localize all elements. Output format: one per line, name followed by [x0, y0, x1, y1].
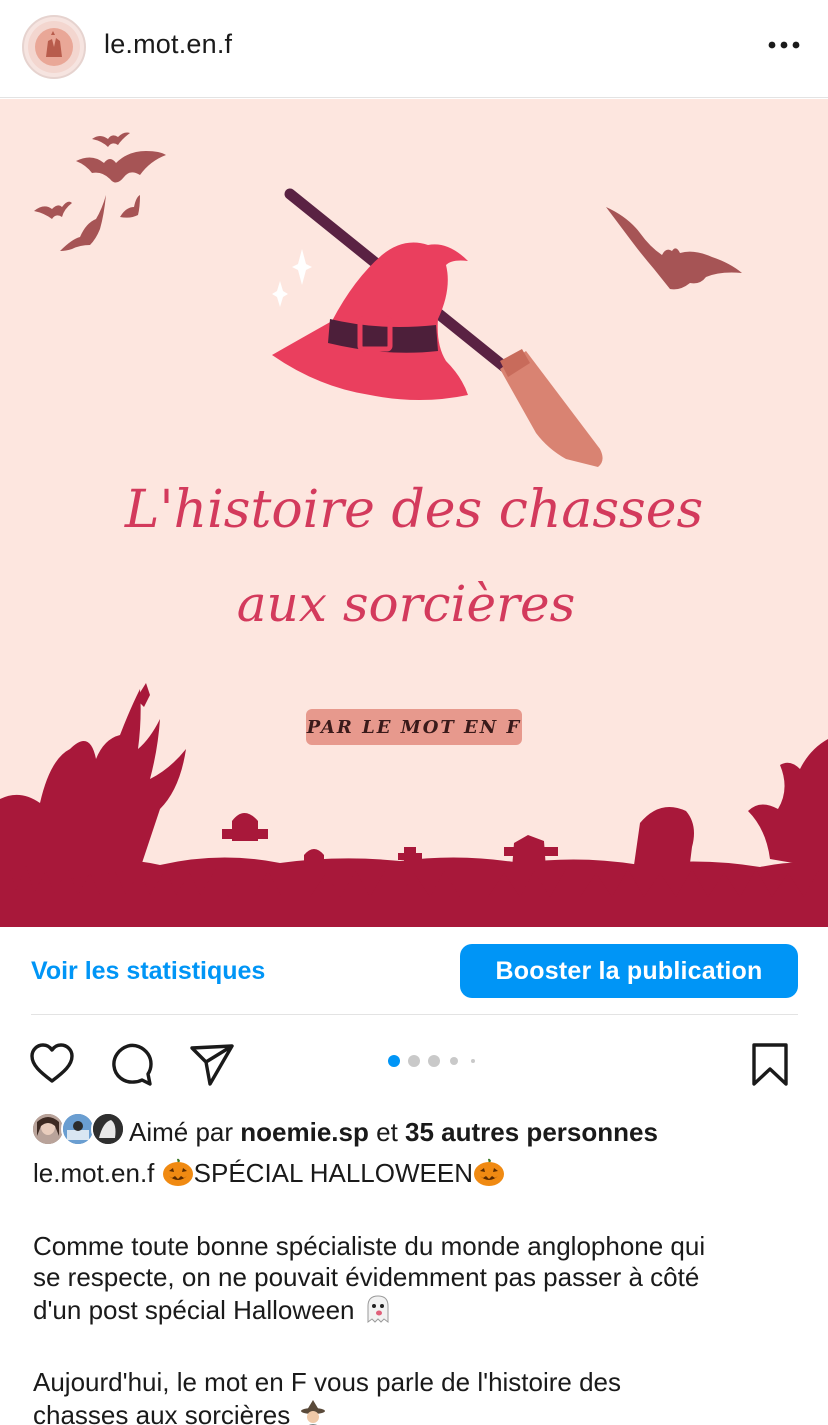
comment-icon [112, 1043, 153, 1086]
caption-p2-line1: Aujourd'hui, le mot en F vous parle de l… [33, 1367, 622, 1397]
divider [31, 1014, 798, 1015]
post-header: le.mot.en.f [0, 0, 828, 98]
caption-p1-line1: Comme toute bonne spécialiste du monde a… [33, 1230, 706, 1261]
byline-text: PAR LE MOT EN F [306, 717, 522, 738]
likes-text: Aimé par noemie.sp et 35 autres personne… [129, 1117, 658, 1148]
heart-icon [30, 1043, 74, 1083]
liker-avatar [91, 1112, 125, 1146]
save-button[interactable] [746, 1040, 794, 1088]
jack-o-lantern-icon [473, 1157, 505, 1187]
carousel-dot-active [388, 1055, 400, 1067]
ghost-icon [362, 1294, 394, 1324]
post-actions [0, 1035, 828, 1095]
post-image[interactable]: L'histoire des chasses aux sorcières PAR… [0, 99, 828, 927]
image-title-line1: L'histoire des chasses [124, 480, 703, 540]
caption-headline: SPÉCIAL HALLOWEEN [193, 1158, 473, 1188]
likes-others[interactable]: 35 autres personnes [405, 1117, 658, 1147]
header-username[interactable]: le.mot.en.f [104, 29, 232, 60]
caption-p2-line2: chasses aux sorcières [33, 1399, 291, 1425]
carousel-dot [471, 1059, 475, 1063]
image-title-line2: aux sorcières [237, 575, 576, 633]
caption-p1-line3: d'un post spécial Halloween [33, 1294, 355, 1325]
carousel-dot [450, 1057, 458, 1065]
carousel-dot [408, 1055, 420, 1067]
caption-p1-line2: se respecte, on ne pouvait évidemment pa… [33, 1262, 700, 1292]
insights-row: Voir les statistiques Booster la publica… [0, 927, 828, 1015]
likes-summary[interactable]: Aimé par noemie.sp et 35 autres personne… [31, 1110, 811, 1150]
witch-icon [297, 1399, 329, 1425]
carousel-dot [428, 1055, 440, 1067]
share-button[interactable] [188, 1040, 236, 1088]
likes-connector: et [376, 1117, 398, 1147]
liker-username[interactable]: noemie.sp [240, 1117, 369, 1147]
view-insights-link[interactable]: Voir les statistiques [31, 957, 265, 986]
post-caption: le.mot.en.f SPÉCIAL HALLOWEEN Comme tout… [33, 1155, 803, 1425]
liker-avatar [31, 1112, 65, 1146]
comment-button[interactable] [108, 1040, 156, 1088]
liker-avatar [61, 1112, 95, 1146]
jack-o-lantern-icon [162, 1157, 194, 1187]
caption-username[interactable]: le.mot.en.f [33, 1158, 154, 1188]
like-button[interactable] [28, 1040, 76, 1088]
more-horizontal-icon [768, 41, 800, 49]
likes-prefix: Aimé par [129, 1117, 234, 1147]
profile-avatar[interactable] [22, 15, 86, 79]
bookmark-icon [752, 1043, 788, 1086]
boost-post-button[interactable]: Booster la publication [460, 944, 798, 998]
send-icon [190, 1044, 234, 1086]
more-options-button[interactable] [760, 30, 808, 60]
